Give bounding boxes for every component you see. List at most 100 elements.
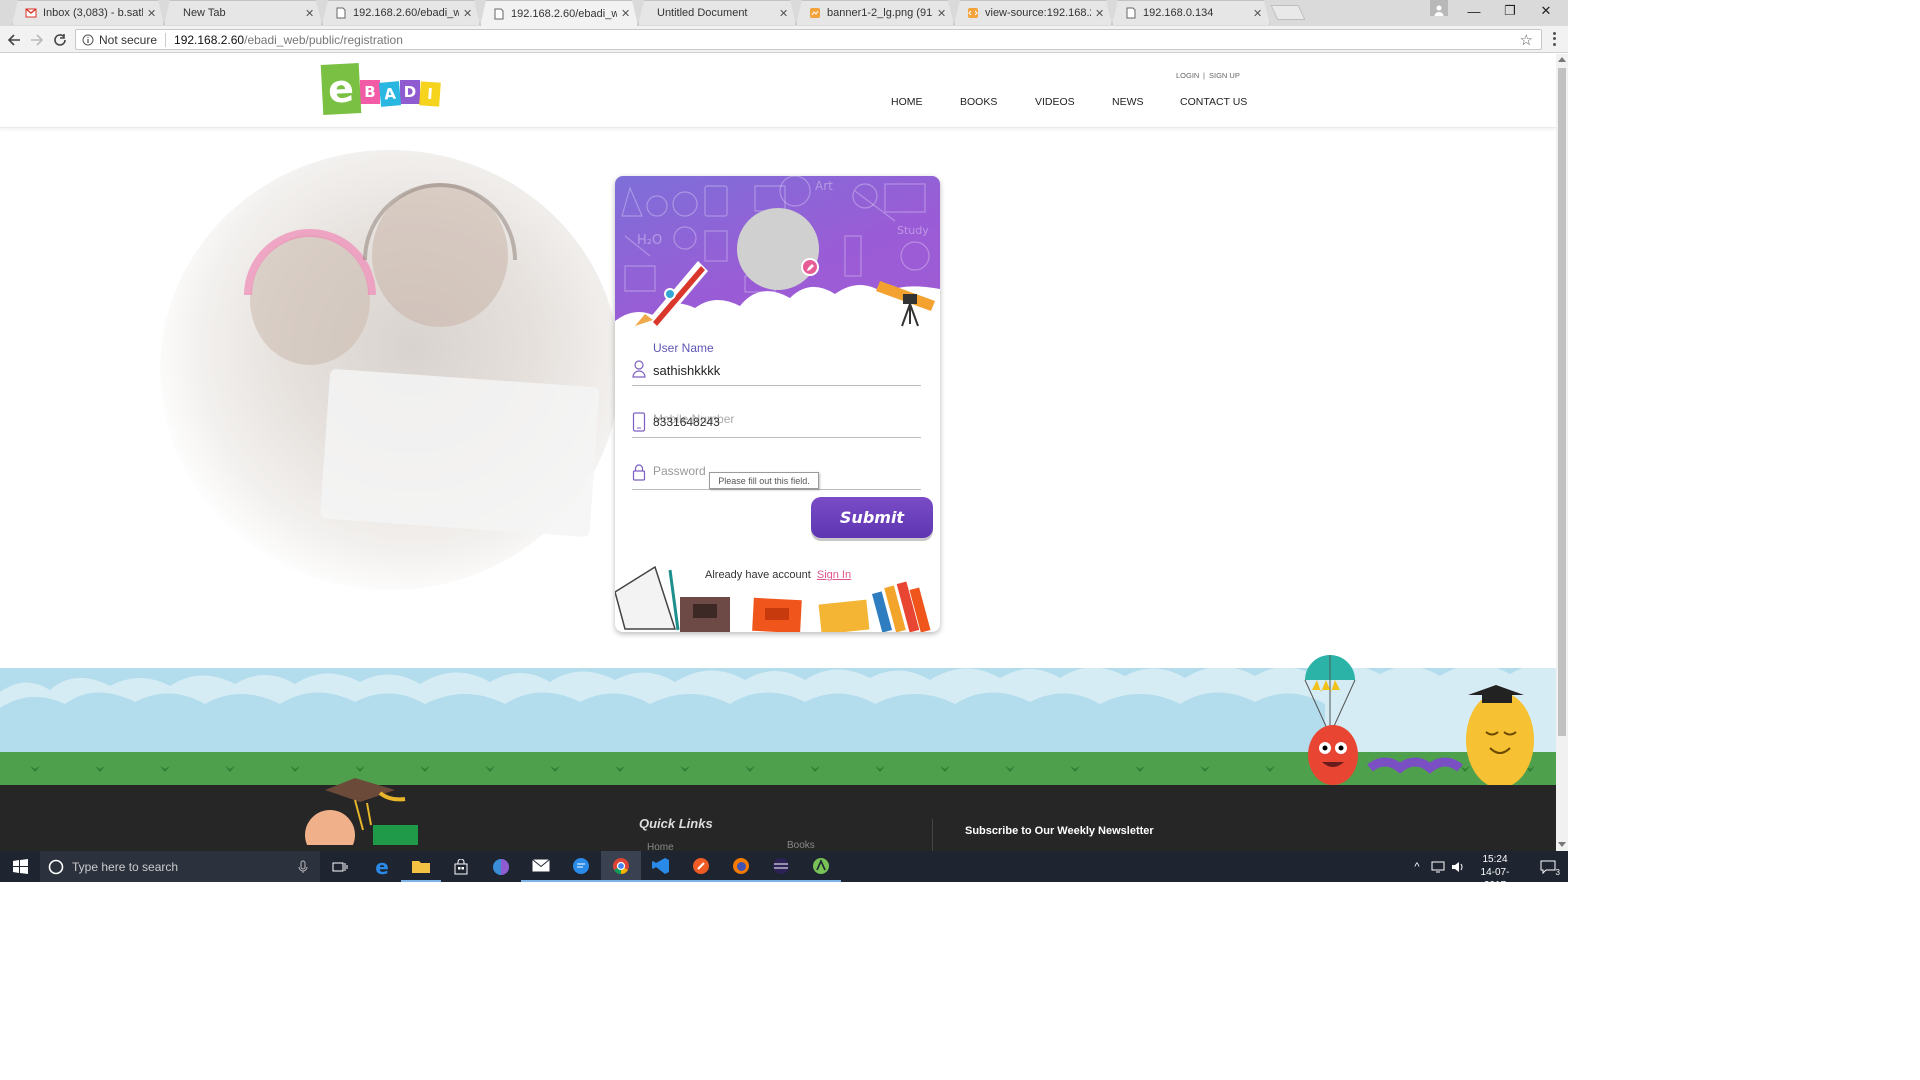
lock-icon bbox=[632, 464, 646, 481]
reload-button[interactable] bbox=[50, 30, 70, 50]
quick-link-books[interactable]: Books bbox=[787, 840, 815, 851]
clock-time: 15:24 bbox=[1482, 854, 1508, 865]
browser-toolbar: Not secure 192.168.2.60 /ebadi_web/publi… bbox=[0, 26, 1568, 53]
bookmark-star-icon[interactable]: ☆ bbox=[1520, 31, 1533, 49]
windows-taskbar: Type here to search e ^ 15:24 14-07-2017… bbox=[0, 851, 1568, 891]
password-placeholder: Password bbox=[653, 464, 706, 478]
browser-tab[interactable]: New Tab ✕ bbox=[164, 0, 322, 25]
app-icon[interactable] bbox=[481, 851, 521, 882]
chrome-menu-icon[interactable] bbox=[1548, 31, 1560, 47]
close-tab-icon[interactable]: ✕ bbox=[1253, 7, 1263, 20]
mail-icon[interactable] bbox=[521, 851, 561, 882]
windows-logo-icon bbox=[12, 859, 28, 874]
submit-button[interactable]: Submit bbox=[811, 497, 933, 538]
store-icon[interactable] bbox=[441, 851, 481, 882]
close-tab-icon[interactable]: ✕ bbox=[305, 7, 315, 20]
username-label: User Name bbox=[653, 341, 714, 355]
profile-icon[interactable] bbox=[1430, 0, 1448, 16]
nav-videos[interactable]: VIDEOS bbox=[1035, 96, 1075, 108]
browser-tab-active[interactable]: 192.168.2.60/ebadi_web ✕ bbox=[480, 0, 638, 26]
source-icon bbox=[967, 7, 979, 19]
vertical-scrollbar[interactable] bbox=[1556, 54, 1568, 851]
volume-icon[interactable] bbox=[1447, 851, 1469, 882]
network-icon[interactable] bbox=[1427, 851, 1449, 882]
page-icon bbox=[335, 7, 347, 19]
mobile-input[interactable]: 8331648243 bbox=[653, 415, 720, 429]
browser-tab-title: 192.168.2.60/ebadi_web bbox=[511, 7, 617, 20]
maximize-button[interactable]: ❐ bbox=[1492, 0, 1528, 22]
forward-button[interactable] bbox=[27, 30, 47, 50]
edit-avatar-button[interactable] bbox=[801, 258, 819, 276]
minimize-button[interactable]: — bbox=[1456, 0, 1492, 22]
chat-app-icon[interactable] bbox=[561, 851, 601, 882]
browser-tab-title: 192.168.2.60/ebadi_web/ bbox=[353, 7, 459, 19]
taskbar-search-box[interactable]: Type here to search bbox=[40, 851, 320, 882]
vscode-icon[interactable] bbox=[641, 851, 681, 882]
address-bar[interactable]: Not secure 192.168.2.60 /ebadi_web/publi… bbox=[75, 29, 1542, 50]
firefox-icon[interactable] bbox=[721, 851, 761, 882]
scroll-down-arrow[interactable] bbox=[1558, 842, 1566, 847]
browser-tab[interactable]: 192.168.2.60/ebadi_web/ ✕ bbox=[322, 0, 480, 25]
browser-tab[interactable]: banner1-2_lg.png (913× ✕ bbox=[796, 0, 954, 25]
eclipse-icon[interactable] bbox=[761, 851, 801, 882]
close-tab-icon[interactable]: ✕ bbox=[779, 7, 789, 20]
security-label[interactable]: Not secure bbox=[99, 33, 157, 47]
close-tab-icon[interactable]: ✕ bbox=[1095, 7, 1105, 20]
nav-books[interactable]: BOOKS bbox=[960, 96, 997, 108]
show-hidden-icons[interactable]: ^ bbox=[1405, 851, 1429, 882]
close-tab-icon[interactable]: ✕ bbox=[621, 7, 631, 20]
nav-contact-us[interactable]: CONTACT US bbox=[1180, 96, 1247, 108]
close-tab-icon[interactable]: ✕ bbox=[147, 7, 157, 20]
browser-tab-title: New Tab bbox=[183, 7, 226, 19]
edge-icon[interactable]: e bbox=[362, 851, 402, 882]
footer-divider bbox=[932, 819, 933, 851]
login-link[interactable]: LOGIN bbox=[1176, 71, 1199, 80]
info-icon[interactable] bbox=[82, 34, 94, 46]
chrome-icon[interactable] bbox=[601, 851, 641, 882]
browser-tab[interactable]: Inbox (3,083) - b.sathish ✕ bbox=[12, 0, 164, 25]
mobile-field[interactable]: Mobile Number 8331648243 bbox=[632, 408, 921, 438]
books-illustration bbox=[615, 565, 931, 632]
postman-icon[interactable] bbox=[681, 851, 721, 882]
close-window-button[interactable]: ✕ bbox=[1528, 0, 1564, 22]
logo-letter: e bbox=[320, 63, 362, 115]
scroll-up-arrow[interactable] bbox=[1558, 57, 1566, 62]
auth-separator: | bbox=[1203, 71, 1205, 80]
card-header-illustration: Art H₂O Study bbox=[615, 176, 940, 341]
browser-tab[interactable]: view-source:192.168.2.5 ✕ bbox=[954, 0, 1112, 25]
newsletter-title: Subscribe to Our Weekly Newsletter bbox=[965, 825, 1154, 837]
browser-tab[interactable]: 192.168.0.134 ✕ bbox=[1112, 0, 1270, 25]
scrollbar-thumb[interactable] bbox=[1558, 68, 1566, 736]
browser-tab-title: view-source:192.168.2.5 bbox=[985, 7, 1090, 19]
clock[interactable]: 15:24 14-07-2017 bbox=[1470, 853, 1520, 892]
browser-tab-strip: Inbox (3,083) - b.sathish ✕ New Tab ✕ 19… bbox=[0, 0, 1568, 26]
avatar-placeholder[interactable] bbox=[737, 208, 819, 290]
start-button[interactable] bbox=[0, 851, 40, 882]
logo-letter: A bbox=[378, 81, 402, 107]
new-tab-button[interactable] bbox=[1270, 5, 1306, 20]
signup-link[interactable]: SIGN UP bbox=[1209, 71, 1240, 80]
ebadi-logo[interactable]: e B A D I bbox=[320, 63, 441, 115]
browser-tab-title: banner1-2_lg.png (913× bbox=[827, 7, 933, 19]
username-input[interactable]: sathishkkkk bbox=[653, 363, 720, 378]
back-arrow-icon bbox=[7, 34, 20, 46]
quick-links-title: Quick Links bbox=[639, 816, 713, 831]
android-studio-icon[interactable] bbox=[801, 851, 841, 882]
task-view-icon[interactable] bbox=[320, 851, 360, 882]
username-field[interactable]: sathishkkkk bbox=[632, 358, 921, 386]
gmail-icon bbox=[25, 7, 37, 19]
back-button[interactable] bbox=[4, 30, 24, 50]
file-explorer-icon[interactable] bbox=[401, 851, 441, 882]
nav-news[interactable]: NEWS bbox=[1112, 96, 1144, 108]
logo-letter: B bbox=[360, 80, 380, 104]
action-center-icon[interactable]: 3 bbox=[1528, 851, 1568, 882]
page-icon bbox=[1125, 7, 1137, 19]
microphone-icon[interactable] bbox=[298, 860, 308, 874]
nav-home[interactable]: HOME bbox=[891, 96, 923, 108]
close-tab-icon[interactable]: ✕ bbox=[463, 7, 473, 20]
notification-count-badge: 3 bbox=[1555, 868, 1560, 877]
hero-children-image bbox=[160, 150, 620, 590]
close-tab-icon[interactable]: ✕ bbox=[937, 7, 947, 20]
browser-tab[interactable]: Untitled Document ✕ bbox=[638, 0, 796, 25]
page-icon bbox=[493, 8, 505, 20]
